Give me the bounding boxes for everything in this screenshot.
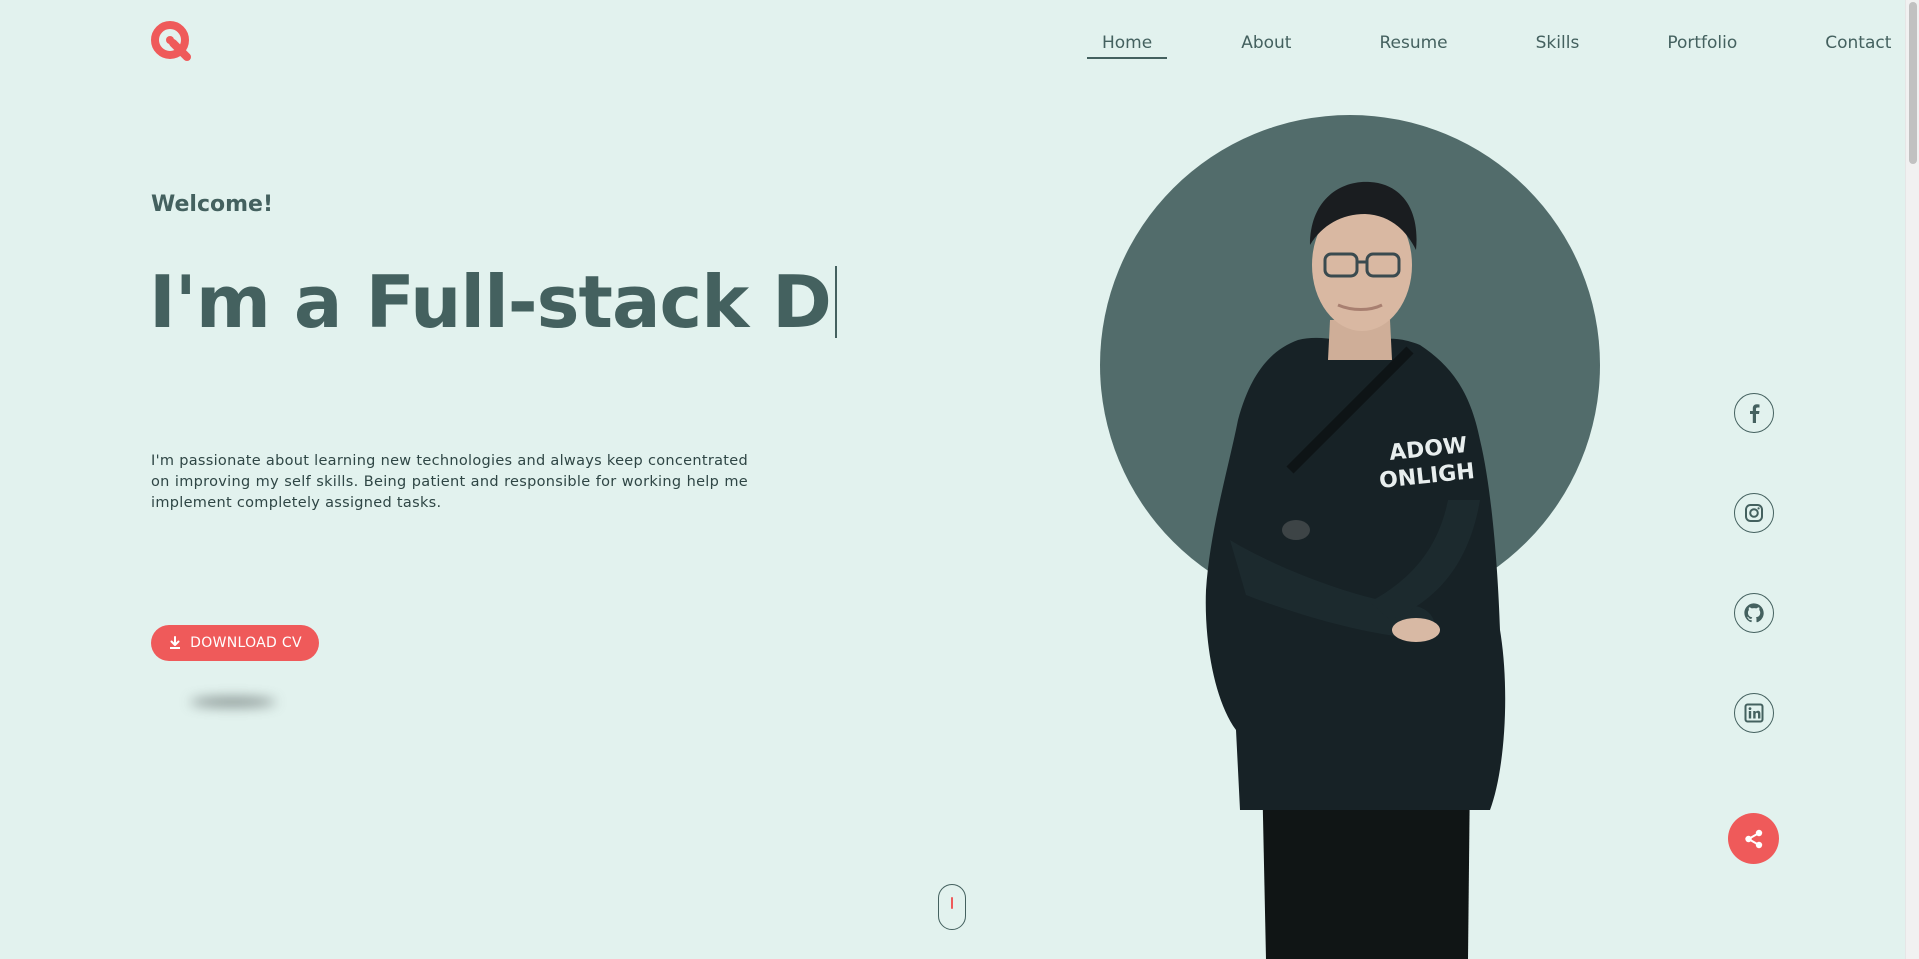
facebook-icon [1750,404,1760,423]
nav-item-home[interactable]: Home [1087,33,1168,59]
headline-text: I'm a Full-stack D [149,260,832,344]
nav-item-portfolio[interactable]: Portfolio [1653,33,1751,53]
download-icon [170,636,181,649]
main-nav: Home About Resume Skills Portfolio Conta… [1087,30,1905,59]
github-icon [1744,603,1764,623]
linkedin-icon [1744,703,1764,723]
share-icon [1744,829,1762,848]
github-button[interactable] [1734,593,1774,633]
download-cv-label: DOWNLOAD CV [190,635,302,651]
hero-headline: I'm a Full-stack D [149,260,837,344]
share-button[interactable] [1728,813,1779,864]
nav-item-resume[interactable]: Resume [1365,33,1461,53]
nav-item-contact[interactable]: Contact [1811,33,1905,53]
page-scrollbar[interactable] [1905,0,1919,959]
page: Home About Resume Skills Portfolio Conta… [0,0,1919,959]
profile-photo: ADOW ONLIGH [1205,181,1506,959]
linkedin-button[interactable] [1734,693,1774,733]
logo-icon[interactable] [151,21,193,63]
button-shadow [190,697,276,707]
scroll-down-indicator[interactable] [938,884,966,930]
instagram-icon [1745,504,1763,522]
scrollbar-thumb[interactable] [1909,2,1917,164]
instagram-button[interactable] [1734,493,1774,533]
hero-description: I'm passionate about learning new techno… [151,453,749,511]
nav-item-about[interactable]: About [1227,33,1305,53]
welcome-text: Welcome! [151,192,273,217]
typing-caret [834,266,837,338]
download-cv-button[interactable]: DOWNLOAD CV [151,625,319,661]
nav-item-skills[interactable]: Skills [1522,33,1594,53]
mouse-wheel-icon [951,897,953,909]
facebook-button[interactable] [1734,393,1774,433]
